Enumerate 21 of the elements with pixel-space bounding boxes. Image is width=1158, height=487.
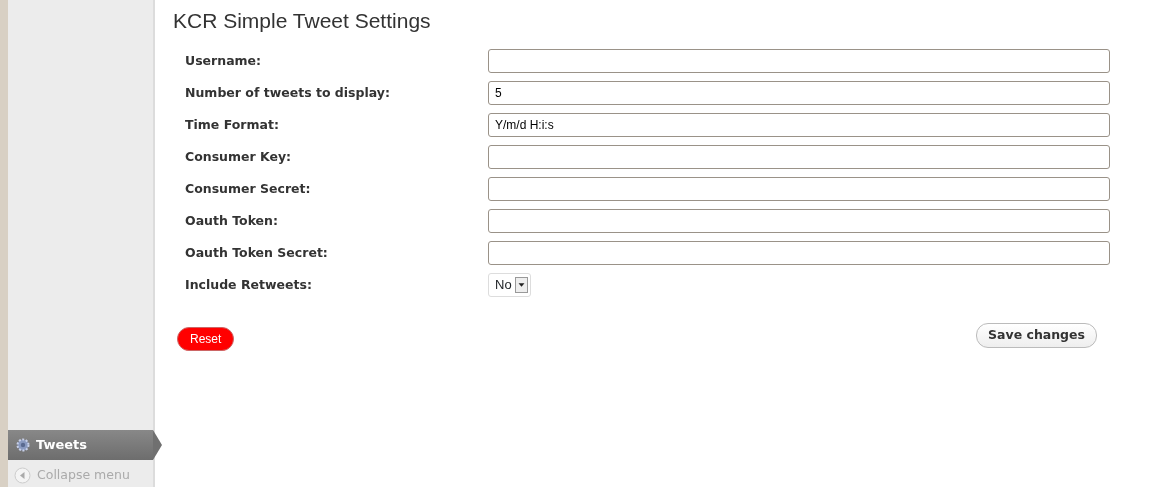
input-field[interactable]: 5: [488, 81, 1110, 106]
field-label: Oauth Token:: [184, 211, 279, 230]
select-dropdown[interactable]: No: [488, 273, 531, 298]
field-label: Oauth Token Secret:: [184, 243, 329, 262]
field-label: Number of tweets to display:: [184, 83, 391, 102]
field-label: Username:: [184, 51, 263, 70]
input-field[interactable]: [488, 145, 1110, 170]
collapse-icon: [14, 467, 31, 484]
field-label: Consumer Secret:: [184, 179, 312, 198]
gear-icon: [16, 438, 30, 452]
input-field[interactable]: [488, 209, 1110, 234]
reset-button[interactable]: Reset: [177, 327, 235, 352]
input-field[interactable]: [488, 241, 1110, 266]
field-label: Time Format:: [184, 115, 280, 134]
page-title: KCR Simple Tweet Settings: [173, 8, 432, 34]
input-field[interactable]: [488, 49, 1110, 74]
field-label: Include Retweets:: [184, 275, 313, 294]
save-button[interactable]: Save changes: [976, 323, 1097, 348]
field-label: Consumer Key:: [184, 147, 293, 166]
input-field[interactable]: Y/m/d H:i:s: [488, 113, 1110, 138]
input-field[interactable]: [488, 177, 1110, 202]
